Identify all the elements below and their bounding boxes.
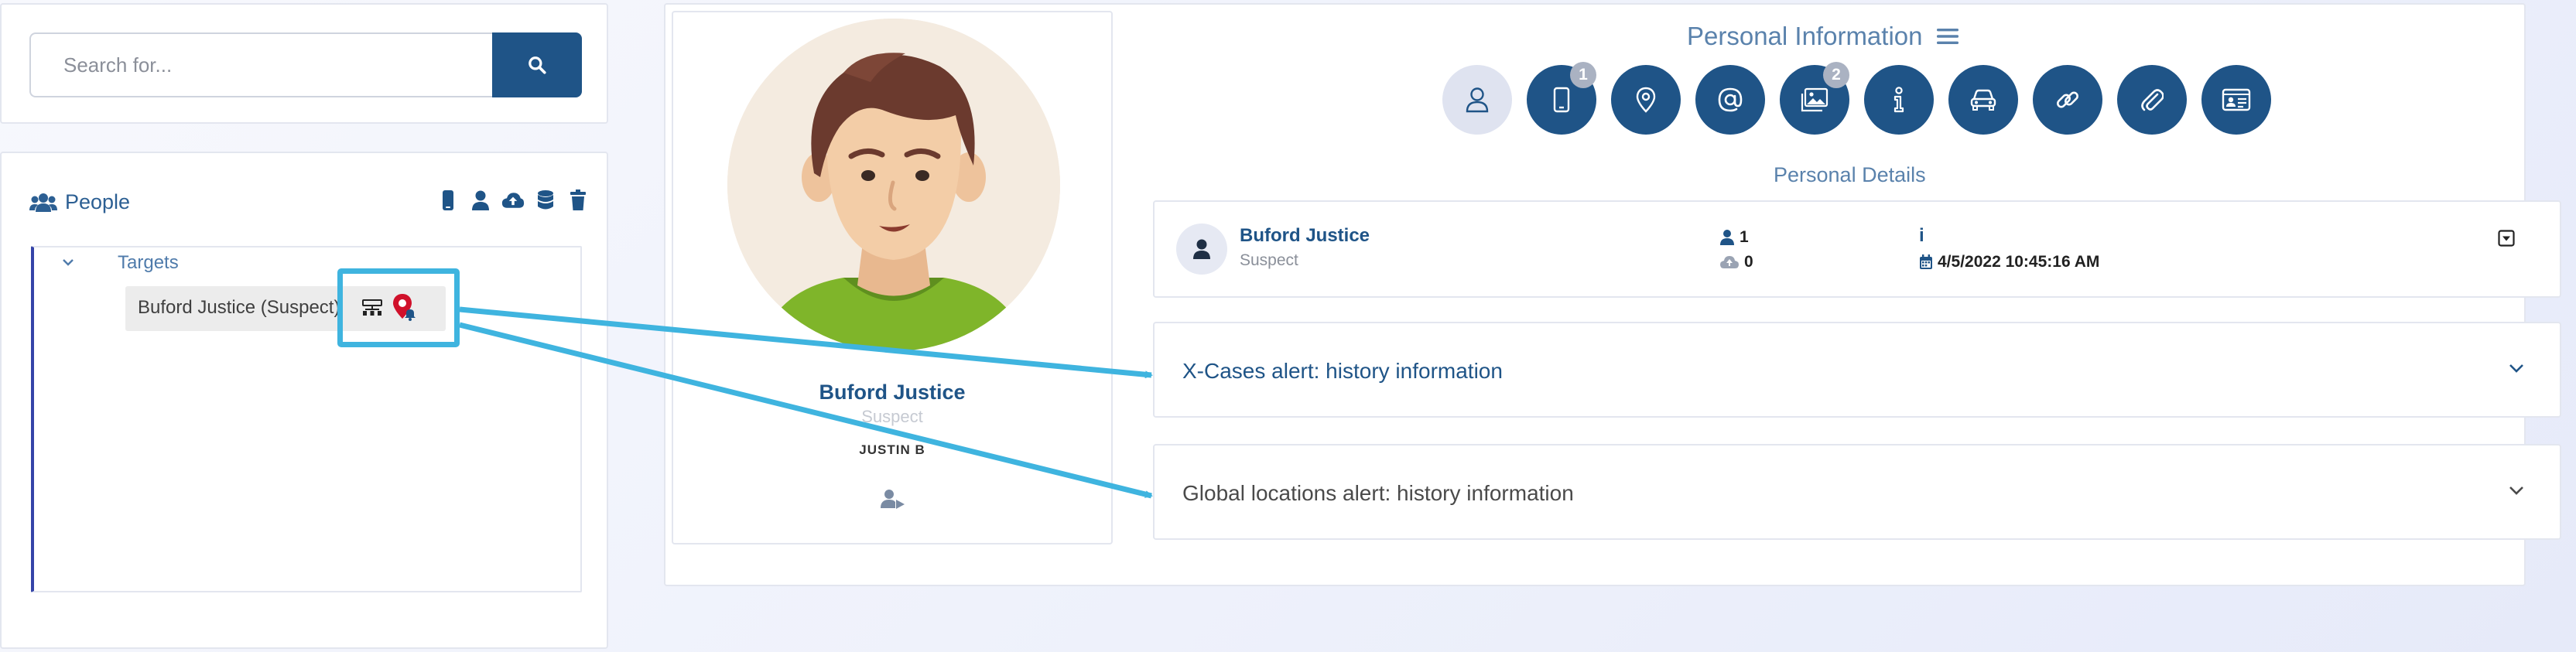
category-email-button[interactable] bbox=[1695, 65, 1765, 135]
people-title: People bbox=[65, 190, 131, 213]
personal-information-header: Personal Information bbox=[1687, 22, 1959, 51]
people-header: People bbox=[29, 190, 130, 214]
trash-icon[interactable] bbox=[566, 187, 590, 213]
images-icon bbox=[1801, 87, 1829, 112]
dropdown-toggle-icon[interactable] bbox=[2498, 230, 2515, 247]
personal-details-card: Buford Justice Suspect 1 0 i 4/5/2022 10… bbox=[1153, 200, 2561, 298]
users-icon bbox=[29, 192, 57, 213]
link-icon bbox=[2054, 87, 2081, 113]
people-toolbar bbox=[436, 187, 590, 213]
category-info-button[interactable] bbox=[1864, 65, 1934, 135]
cloud-upload-icon[interactable] bbox=[501, 187, 525, 213]
category-vehicle-button[interactable] bbox=[1948, 65, 2018, 135]
avatar bbox=[727, 19, 1060, 351]
database-icon[interactable] bbox=[534, 187, 557, 213]
avatar bbox=[1176, 224, 1227, 275]
location-icon bbox=[1636, 87, 1656, 113]
user-icon[interactable] bbox=[469, 187, 492, 213]
search-icon bbox=[527, 55, 547, 75]
category-images-button[interactable]: 2 bbox=[1780, 62, 1849, 135]
tree-group-targets[interactable]: Targets bbox=[118, 252, 179, 274]
tree-node-target[interactable]: Buford Justice (Suspect) bbox=[125, 286, 446, 331]
category-location-button[interactable] bbox=[1611, 65, 1681, 135]
alert-title: X-Cases alert: history information bbox=[1182, 359, 1503, 383]
mobile-icon bbox=[1553, 87, 1570, 113]
persons-count-value: 1 bbox=[1740, 228, 1749, 246]
info-icon: i bbox=[1919, 225, 1924, 246]
category-link-button[interactable] bbox=[2033, 65, 2102, 135]
created-date-value: 4/5/2022 10:45:16 AM bbox=[1938, 253, 2100, 271]
chevron-down-icon[interactable] bbox=[2509, 364, 2524, 373]
category-attachments-button[interactable] bbox=[2117, 65, 2187, 135]
tree-node-icons bbox=[362, 294, 418, 322]
chevron-down-icon[interactable] bbox=[62, 258, 74, 266]
uploads-count-value: 0 bbox=[1744, 253, 1753, 271]
car-icon bbox=[1969, 88, 1997, 111]
category-id-card-button[interactable] bbox=[2201, 65, 2271, 135]
profile-role: Suspect bbox=[861, 407, 923, 426]
search-panel bbox=[0, 3, 608, 124]
section-title: Personal Information bbox=[1687, 22, 1923, 50]
profile-name: Buford Justice bbox=[819, 381, 966, 404]
paperclip-icon bbox=[2140, 87, 2164, 113]
persons-count: 1 bbox=[1719, 228, 1749, 247]
alert-title: Global locations alert: history informat… bbox=[1182, 481, 1574, 505]
category-badge: 2 bbox=[1823, 62, 1849, 88]
profile-card: Buford Justice Suspect JUSTIN B bbox=[672, 11, 1113, 544]
detail-role: Suspect bbox=[1240, 251, 1298, 269]
menu-icon[interactable] bbox=[1936, 28, 1959, 45]
category-buttons: 1 2 bbox=[1442, 62, 2271, 135]
user-icon bbox=[1719, 229, 1735, 246]
global-locations-alert-panel[interactable]: Global locations alert: history informat… bbox=[1153, 444, 2561, 540]
user-icon bbox=[1465, 87, 1490, 113]
chevron-down-icon[interactable] bbox=[2509, 486, 2524, 495]
search-input[interactable] bbox=[29, 32, 494, 97]
mobile-icon[interactable] bbox=[436, 187, 460, 213]
created-date: 4/5/2022 10:45:16 AM bbox=[1919, 253, 2099, 271]
info-icon bbox=[1891, 87, 1907, 113]
calendar-icon bbox=[1919, 254, 1933, 270]
category-user-button[interactable] bbox=[1442, 65, 1512, 135]
profile-username: JUSTIN B bbox=[859, 442, 925, 457]
network-icon[interactable] bbox=[362, 299, 382, 316]
id-card-icon bbox=[2222, 88, 2251, 111]
tree-node-label: Buford Justice (Suspect) bbox=[138, 297, 340, 318]
people-tree: Targets Buford Justice (Suspect) bbox=[31, 246, 582, 592]
cloud-upload-icon bbox=[1719, 254, 1740, 270]
user-move-icon[interactable] bbox=[881, 489, 905, 509]
category-mobile-button[interactable]: 1 bbox=[1527, 62, 1596, 135]
people-panel: People Targets Buford Justice (Suspect) bbox=[0, 152, 608, 649]
category-badge: 1 bbox=[1570, 62, 1596, 88]
info-indicator: i bbox=[1919, 225, 1924, 247]
detail-name: Buford Justice bbox=[1240, 225, 1370, 246]
at-icon bbox=[1717, 87, 1743, 113]
location-alert-icon[interactable] bbox=[393, 294, 418, 322]
uploads-count: 0 bbox=[1719, 253, 1753, 271]
search-button[interactable] bbox=[492, 32, 582, 97]
x-cases-alert-panel[interactable]: X-Cases alert: history information bbox=[1153, 322, 2561, 418]
personal-details-heading: Personal Details bbox=[1774, 163, 1926, 186]
